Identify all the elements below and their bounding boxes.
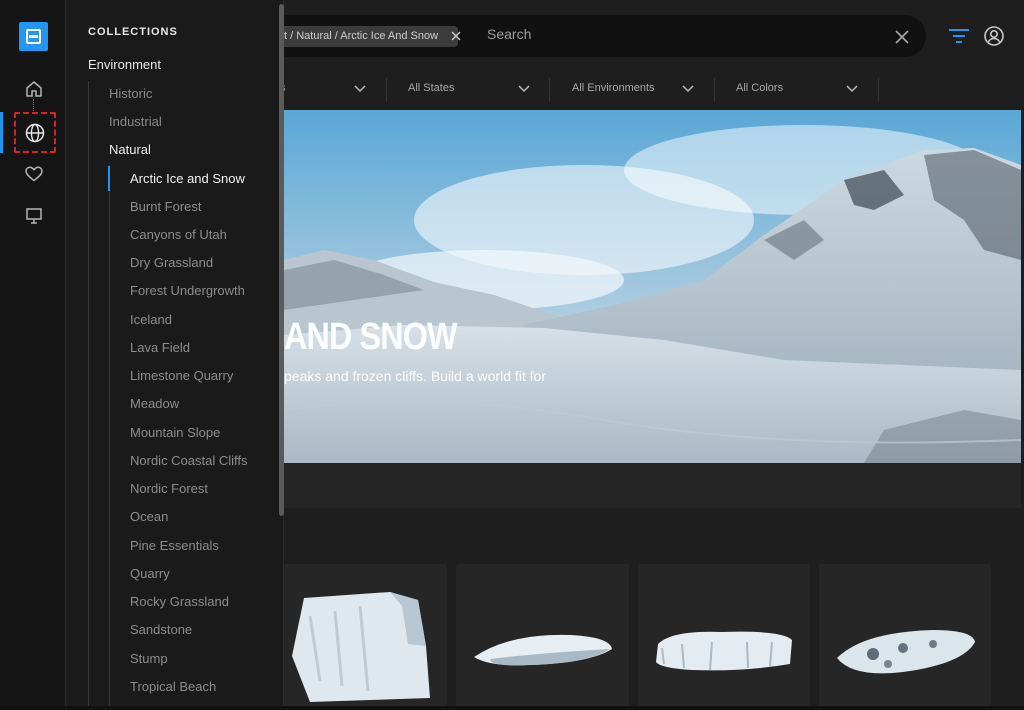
panel-scrollbar[interactable] [279, 4, 284, 516]
category-natural[interactable]: Natural [109, 142, 151, 157]
subcategory-sandstone[interactable]: Sandstone [130, 622, 192, 637]
asset-card[interactable] [456, 564, 629, 710]
subcategory-iceland[interactable]: Iceland [130, 312, 172, 327]
subcategory-rocky-grassland[interactable]: Rocky Grassland [130, 594, 229, 609]
hero-title: AND SNOW [284, 316, 457, 358]
subcategory-meadow[interactable]: Meadow [130, 396, 179, 411]
asset-thumbnail [656, 631, 792, 671]
clear-search-icon[interactable] [893, 28, 911, 46]
chevron-down-icon [682, 85, 694, 93]
hero-image [284, 110, 1021, 463]
heart-icon [25, 166, 43, 182]
filter-dropdown-states[interactable]: All States [408, 82, 532, 98]
hero-footer-strip [284, 463, 1021, 508]
filter-divider [386, 78, 387, 102]
collections-title: COLLECTIONS [88, 26, 178, 38]
subcategory-ocean[interactable]: Ocean [130, 509, 168, 524]
window-bottom-border [0, 706, 1024, 710]
category-historic[interactable]: Historic [109, 86, 152, 101]
category-industrial[interactable]: Industrial [109, 114, 162, 129]
filter-divider [714, 78, 715, 102]
subcategory-nordic-forest[interactable]: Nordic Forest [130, 481, 208, 496]
rail-home-button[interactable] [14, 71, 54, 107]
subcategory-lava-field[interactable]: Lava Field [130, 340, 190, 355]
asset-thumbnail [837, 630, 975, 674]
hero-description: peaks and frozen cliffs. Build a world f… [284, 368, 546, 384]
logo-icon [26, 29, 41, 44]
subcategory-nordic-coastal-cliffs[interactable]: Nordic Coastal Cliffs [130, 453, 248, 468]
rail-connector [33, 99, 34, 111]
breadcrumb-chip[interactable]: t / Natural / Arctic Ice And Snow [270, 26, 459, 47]
rail-active-indicator [0, 112, 3, 153]
subcategory-forest-undergrowth[interactable]: Forest Undergrowth [130, 283, 245, 298]
active-subcategory-indicator [108, 166, 110, 191]
rail-environments-button[interactable] [14, 112, 56, 153]
tree-guide-line [88, 81, 89, 710]
filter-dropdown-colors[interactable]: All Colors [736, 82, 860, 98]
subcategory-tropical-beach[interactable]: Tropical Beach [130, 679, 216, 694]
subcategory-quarry[interactable]: Quarry [130, 566, 170, 581]
rail-favorites-button[interactable] [14, 156, 54, 192]
hero-banner[interactable] [284, 110, 1021, 463]
filter-environments-label: All Environments [572, 82, 655, 94]
filter-colors-label: All Colors [736, 82, 784, 94]
filter-dropdown-environments[interactable]: All Environments [572, 82, 696, 98]
subcategory-limestone-quarry[interactable]: Limestone Quarry [130, 368, 233, 383]
home-icon [26, 81, 42, 97]
filter-divider [549, 78, 550, 102]
subcategory-dry-grassland[interactable]: Dry Grassland [130, 255, 213, 270]
subcategory-arctic-ice-and-snow[interactable]: Arctic Ice and Snow [130, 171, 245, 186]
subcategory-canyons-of-utah[interactable]: Canyons of Utah [130, 227, 227, 242]
asset-card[interactable] [284, 564, 447, 710]
filter-divider [878, 78, 879, 102]
chevron-down-icon [354, 85, 366, 93]
asset-thumbnail [474, 634, 612, 666]
filter-states-label: All States [408, 82, 455, 94]
rail-display-button[interactable] [14, 198, 54, 234]
filter-dropdown-first[interactable]: s [280, 82, 370, 98]
collections-panel: COLLECTIONS Environment Historic Industr… [67, 0, 284, 710]
asset-thumbnail [292, 592, 430, 702]
section-environment[interactable]: Environment [88, 57, 161, 72]
app-logo[interactable] [19, 22, 48, 51]
subcategory-pine-essentials[interactable]: Pine Essentials [130, 538, 219, 553]
chevron-down-icon [518, 85, 530, 93]
asset-card[interactable] [819, 564, 991, 710]
subcategory-mountain-slope[interactable]: Mountain Slope [130, 425, 220, 440]
tree-guide-line [109, 165, 110, 710]
chip-close-icon[interactable] [449, 28, 463, 44]
app-window: t / Natural / Arctic Ice And Snow Search… [0, 0, 1024, 710]
asset-card[interactable] [638, 564, 810, 710]
subcategory-burnt-forest[interactable]: Burnt Forest [130, 199, 202, 214]
monitor-icon [26, 208, 42, 224]
subcategory-stump[interactable]: Stump [130, 651, 168, 666]
filter-icon[interactable] [947, 26, 971, 46]
user-account-icon[interactable] [982, 24, 1006, 48]
search-input[interactable]: Search [487, 26, 531, 42]
chevron-down-icon [846, 85, 858, 93]
icon-rail [0, 0, 66, 710]
globe-icon [25, 123, 45, 142]
